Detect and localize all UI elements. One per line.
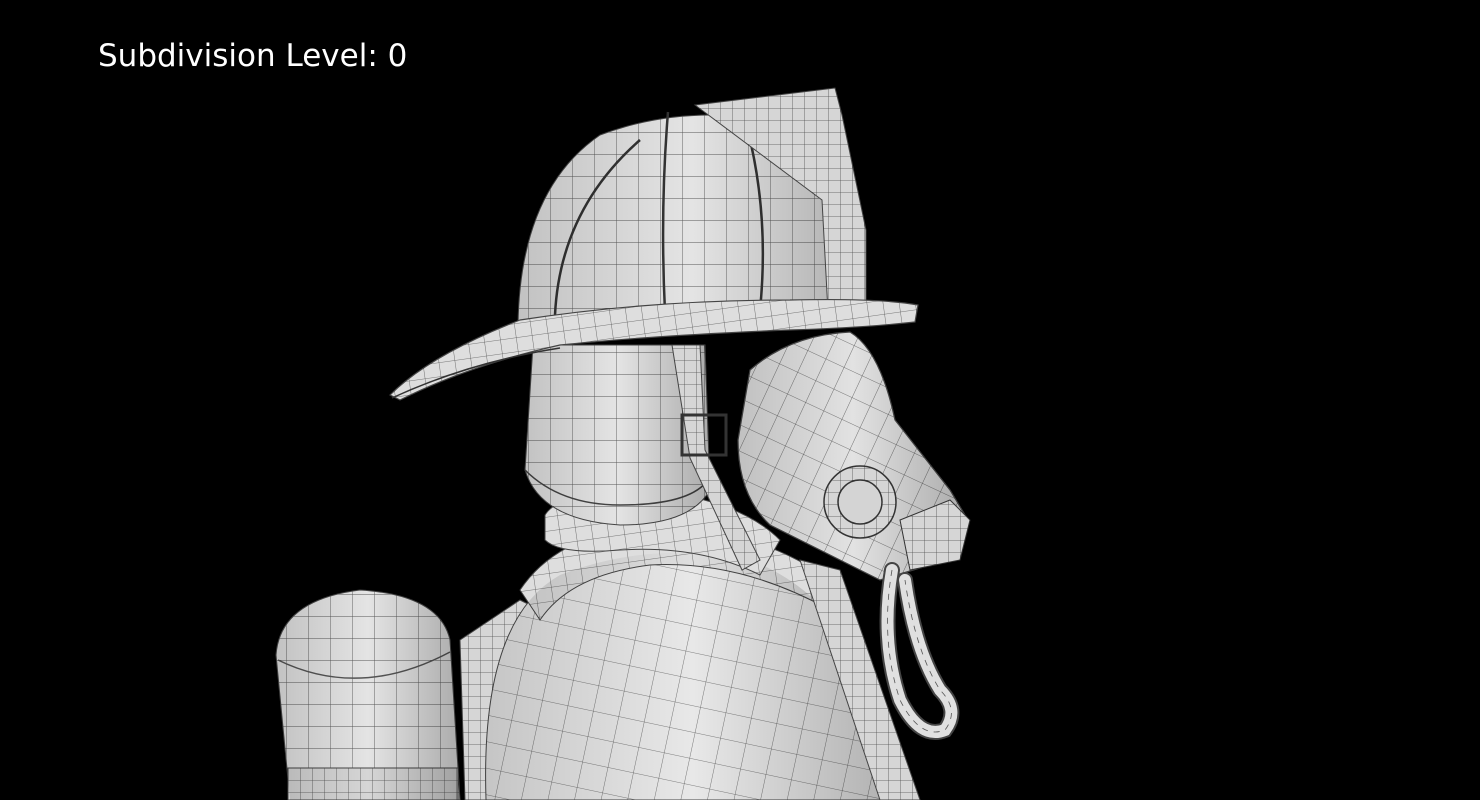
- air-tank: [275, 589, 461, 800]
- viewport: Subdivision Level: 0: [0, 0, 1480, 800]
- wireframe-render: [275, 87, 971, 800]
- subdivision-level-label: Subdivision Level: 0: [98, 38, 408, 74]
